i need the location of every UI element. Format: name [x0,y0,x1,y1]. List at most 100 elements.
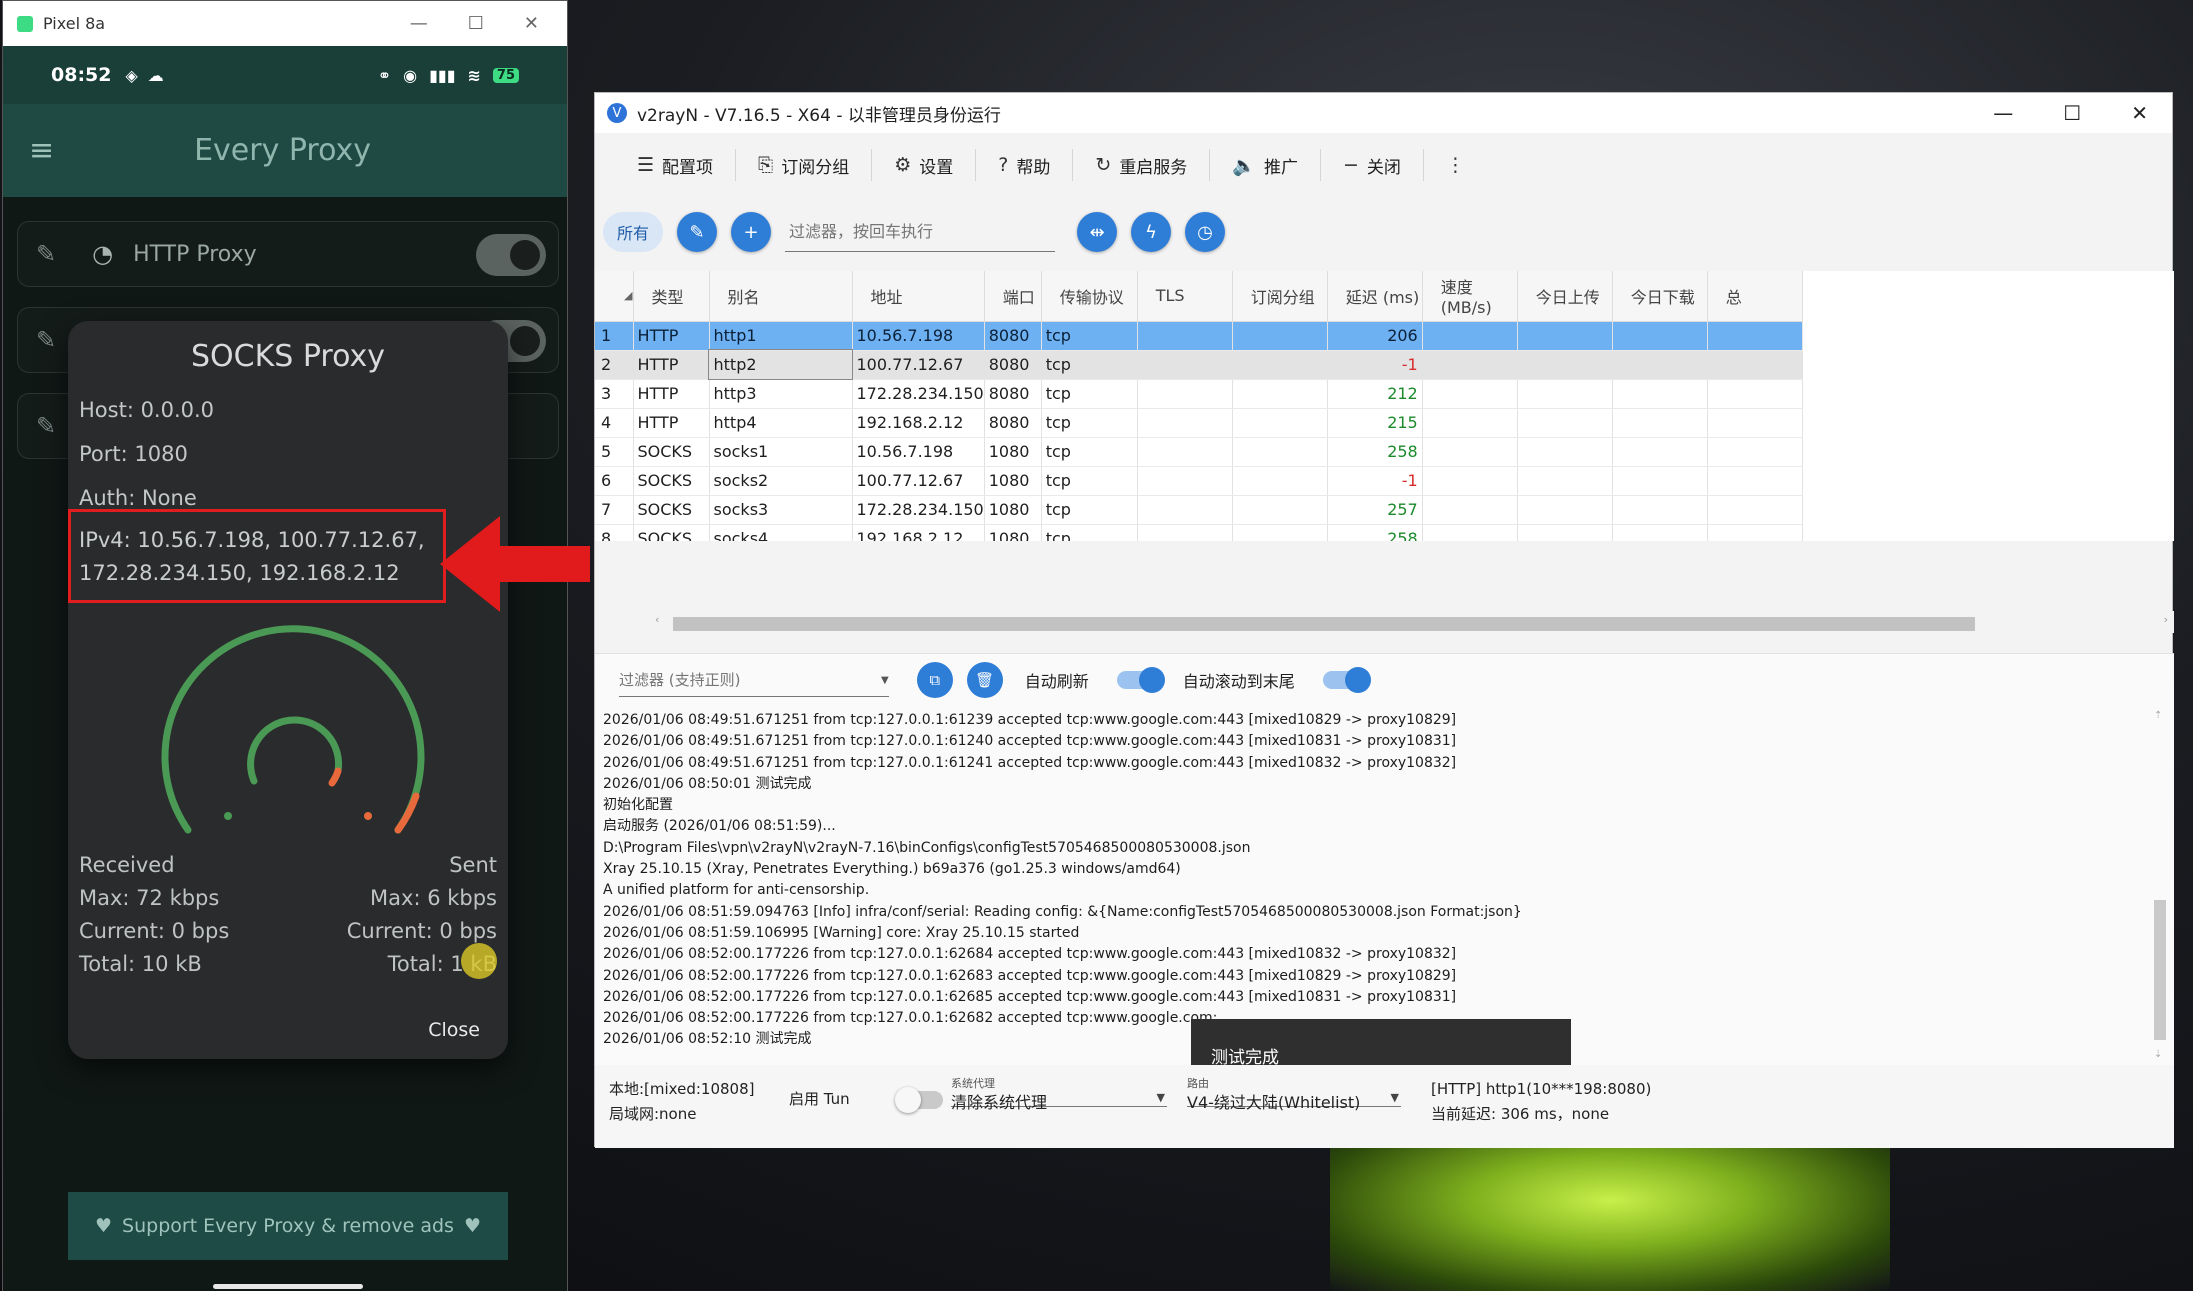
cell-port[interactable]: 8080 [984,408,1042,438]
cell-subscription[interactable] [1232,524,1328,541]
cell-network[interactable]: tcp [1041,321,1138,351]
cell-tls[interactable] [1137,379,1233,409]
cell-speed[interactable] [1422,321,1518,351]
promote-button[interactable]: 🔈 推广 [1210,149,1321,181]
tun-toggle[interactable] [895,1087,943,1113]
cell-total[interactable] [1707,437,1803,467]
col-header-total[interactable]: 总 [1707,271,1803,322]
delete-icon[interactable]: 🗑 [966,662,1003,698]
cell-total[interactable] [1707,495,1803,525]
cell-port[interactable]: 1080 [984,466,1042,496]
col-header-tls[interactable]: TLS [1137,271,1233,322]
cell-port[interactable]: 1080 [984,524,1042,541]
cell-network[interactable]: tcp [1041,524,1138,541]
row-number[interactable]: 3 [595,379,634,409]
cell-port[interactable]: 8080 [984,379,1042,409]
cell-delay[interactable]: 206 [1327,321,1423,351]
cell-subscription[interactable] [1232,437,1328,467]
server-filter-input[interactable] [785,212,1056,252]
table-row[interactable]: 3 HTTP http3 172.28.234.150 8080 tcp 212 [595,379,1803,409]
scroll-left-icon[interactable]: ‹ [655,613,659,626]
speed-test-icon[interactable]: ◷ [1185,212,1226,252]
cell-address[interactable]: 10.56.7.198 [852,437,985,467]
cell-type[interactable]: HTTP [633,350,710,380]
cell-type[interactable]: HTTP [633,321,710,351]
cell-network[interactable]: tcp [1041,408,1138,438]
cell-upload[interactable] [1517,466,1613,496]
row-number[interactable]: 4 [595,408,634,438]
scroll-down-icon[interactable]: ⇣ [2154,1049,2162,1060]
cell-speed[interactable] [1422,408,1518,438]
col-header-address[interactable]: 地址 [852,271,985,322]
cell-port[interactable]: 8080 [984,321,1042,351]
cell-network[interactable]: tcp [1041,379,1138,409]
cell-speed[interactable] [1422,495,1518,525]
cell-upload[interactable] [1517,321,1613,351]
group-all-chip[interactable]: 所有 [603,212,664,252]
cell-download[interactable] [1612,466,1708,496]
cell-address[interactable]: 100.77.12.67 [852,466,985,496]
cell-subscription[interactable] [1232,408,1328,438]
more-menu-button[interactable]: ⋮ [1424,149,1487,181]
row-number[interactable]: 2 [595,350,634,380]
col-header-alias[interactable]: 别名 [709,271,853,322]
cell-delay[interactable]: 258 [1327,524,1423,541]
cell-delay[interactable]: -1 [1327,350,1423,380]
cell-download[interactable] [1612,524,1708,541]
col-header-type[interactable]: 类型 [633,271,710,322]
cell-subscription[interactable] [1232,350,1328,380]
log-vertical-scrollbar[interactable]: ⇡ ⇣ [2150,710,2170,1060]
cell-network[interactable]: tcp [1041,495,1138,525]
cell-upload[interactable] [1517,437,1613,467]
table-row[interactable]: 6 SOCKS socks2 100.77.12.67 1080 tcp -1 [595,466,1803,496]
cell-delay[interactable]: -1 [1327,466,1423,496]
cell-total[interactable] [1707,321,1803,351]
scrollbar-thumb[interactable] [673,617,1975,631]
cell-tls[interactable] [1137,321,1233,351]
edit-pencil-icon[interactable]: ✎ [36,412,56,440]
cell-port[interactable]: 8080 [984,350,1042,380]
cell-delay[interactable]: 215 [1327,408,1423,438]
cell-upload[interactable] [1517,379,1613,409]
cell-total[interactable] [1707,350,1803,380]
cell-address[interactable]: 100.77.12.67 [852,350,985,380]
col-header-download-today[interactable]: 今日下载 [1612,271,1708,322]
scroll-right-icon[interactable]: › [2164,613,2168,626]
subscription-button[interactable]: ⎘ 订阅分组 [736,149,873,181]
cell-subscription[interactable] [1232,466,1328,496]
cell-type[interactable]: SOCKS [633,466,710,496]
cell-address[interactable]: 172.28.234.150 [852,379,985,409]
proxy-row-http[interactable]: ✎ ◔ HTTP Proxy [17,221,559,287]
minimize-icon[interactable]: — [1993,101,2013,125]
maximize-icon[interactable]: ☐ [2063,101,2081,125]
cell-alias[interactable]: socks3 [709,495,853,525]
cell-speed[interactable] [1422,466,1518,496]
table-row[interactable]: 2 HTTP http2 100.77.12.67 8080 tcp -1 [595,349,1803,380]
table-row[interactable]: 8 SOCKS socks4 192.168.2.12 1080 tcp 258 [595,524,1803,541]
add-plus-icon[interactable]: + [731,212,772,252]
row-number[interactable]: 7 [595,495,634,525]
http-proxy-toggle[interactable] [476,234,546,276]
log-filter-input[interactable] [619,663,889,697]
cell-delay[interactable]: 212 [1327,379,1423,409]
restart-service-button[interactable]: ↻ 重启服务 [1073,149,1211,181]
cell-alias[interactable]: http2 [708,349,853,380]
cell-network[interactable]: tcp [1041,466,1138,496]
cell-download[interactable] [1612,379,1708,409]
cell-speed[interactable] [1422,350,1518,380]
cell-address[interactable]: 10.56.7.198 [852,321,985,351]
col-header-subscription[interactable]: 订阅分组 [1232,271,1328,322]
row-number[interactable]: 1 [595,321,634,351]
cell-upload[interactable] [1517,495,1613,525]
edit-pencil-icon[interactable]: ✎ [677,212,718,252]
cell-subscription[interactable] [1232,321,1328,351]
minimize-icon[interactable]: — [410,13,428,34]
row-header-corner[interactable]: ◢ [595,271,634,322]
close-app-button[interactable]: − 关闭 [1321,149,1424,181]
cell-speed[interactable] [1422,524,1518,541]
cell-download[interactable] [1612,437,1708,467]
cell-network[interactable]: tcp [1041,437,1138,467]
copy-icon[interactable]: ⧉ [916,662,953,698]
col-header-network[interactable]: 传输协议 [1041,271,1138,322]
cell-port[interactable]: 1080 [984,495,1042,525]
